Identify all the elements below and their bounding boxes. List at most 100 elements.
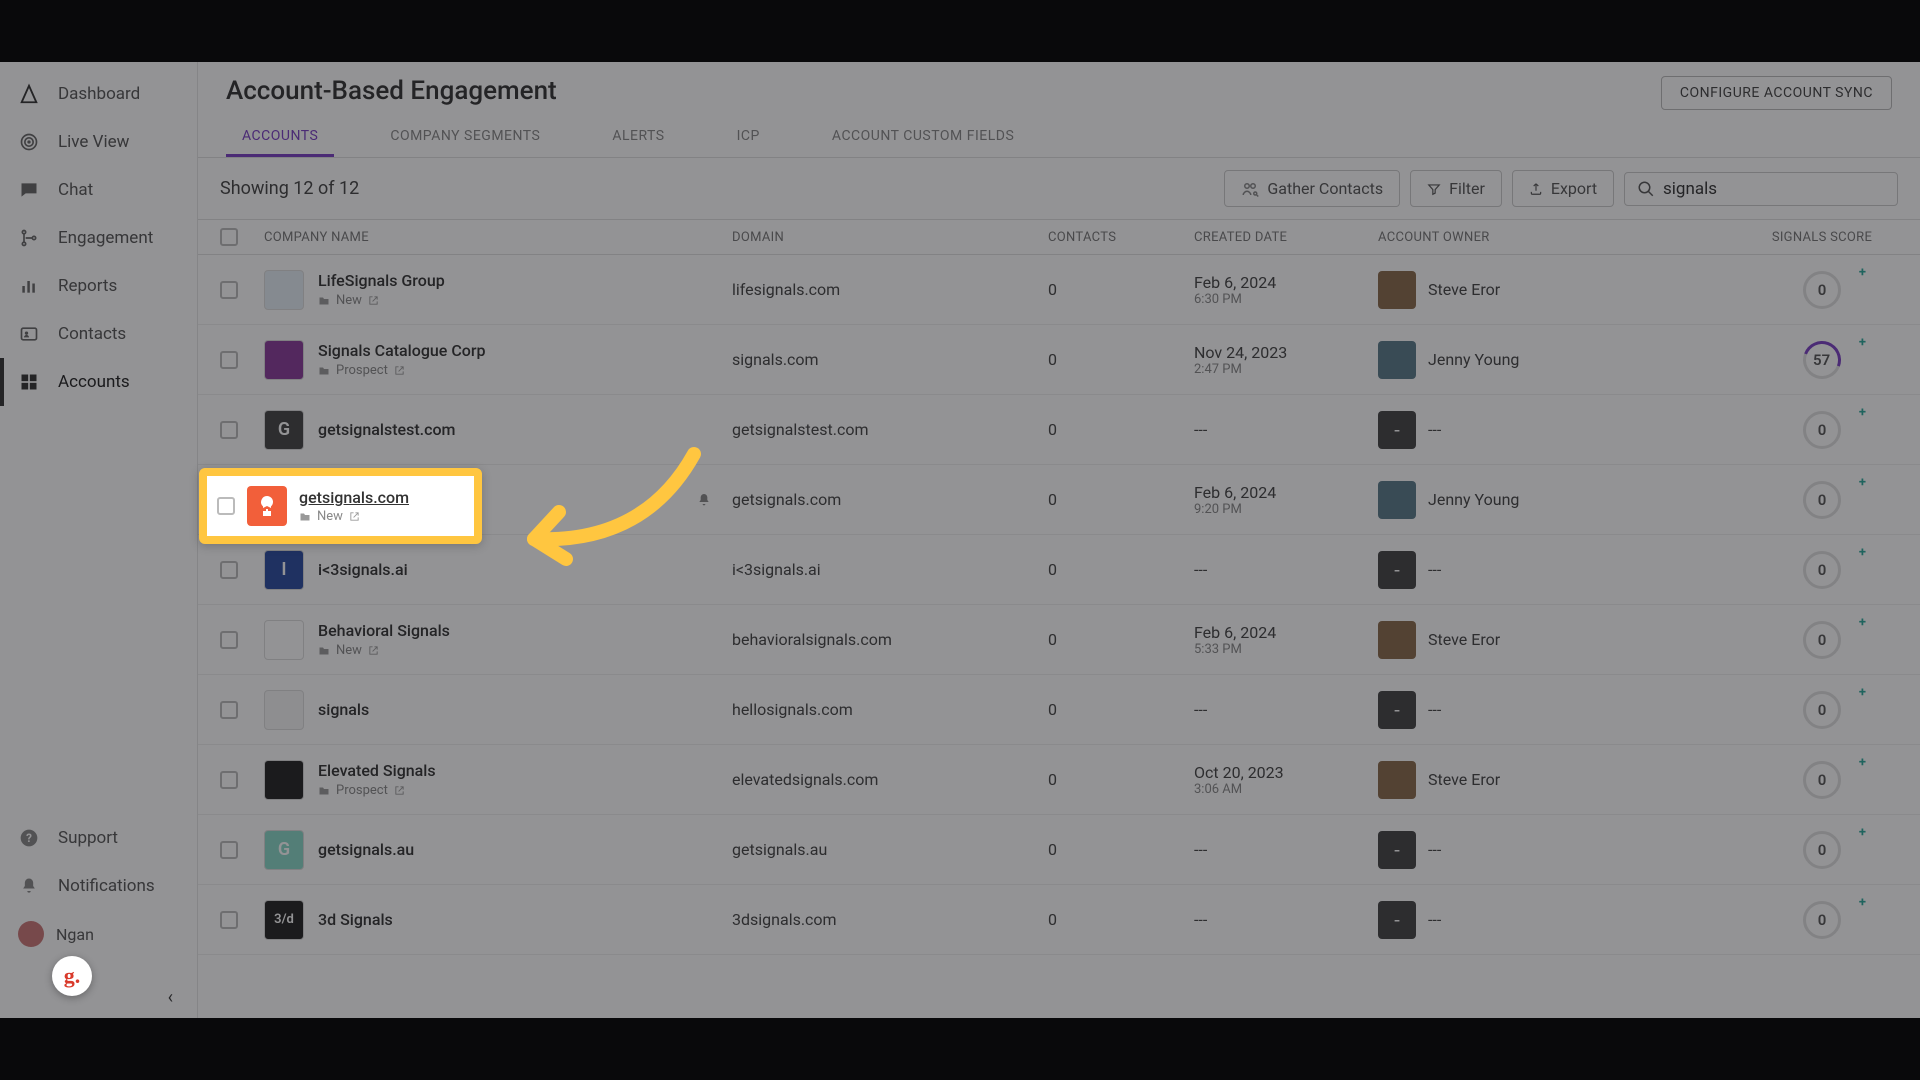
table-row[interactable]: signalshellosignals.com0-------0+ — [198, 675, 1920, 745]
table-row[interactable]: 3/d3d Signals3dsignals.com0-------0+ — [198, 885, 1920, 955]
contacts-cell: 0 — [1048, 490, 1194, 509]
score-ring: 57 — [1797, 334, 1847, 384]
sidebar-item-notifications[interactable]: Notifications — [0, 862, 197, 910]
highlight-company-name[interactable]: getsignals.com — [299, 488, 409, 507]
created-time: 2:47 PM — [1194, 362, 1378, 377]
table-row[interactable]: Behavioral SignalsNewbehavioralsignals.c… — [198, 605, 1920, 675]
table-row[interactable]: Ggetsignals.augetsignals.au0-------0+ — [198, 815, 1920, 885]
score-plus-icon[interactable]: + — [1859, 475, 1866, 490]
row-checkbox[interactable] — [220, 281, 238, 299]
company-name[interactable]: Signals Catalogue Corp — [318, 341, 486, 360]
row-checkbox[interactable] — [220, 351, 238, 369]
external-link-icon — [349, 511, 360, 522]
score-plus-icon[interactable]: + — [1859, 405, 1866, 420]
score-plus-icon[interactable]: + — [1859, 755, 1866, 770]
owner-avatar — [1378, 341, 1416, 379]
company-name[interactable]: i<3signals.ai — [318, 560, 408, 579]
sidebar-item-label: Accounts — [58, 372, 130, 392]
owner-name: --- — [1428, 910, 1441, 929]
owner-name: --- — [1428, 840, 1441, 859]
header-score[interactable]: SIGNALS SCORE — [1724, 230, 1920, 245]
row-checkbox[interactable] — [220, 911, 238, 929]
company-logo: G — [264, 410, 304, 450]
score-ring: 0 — [1803, 481, 1841, 519]
table-row[interactable]: Ii<3signals.aii<3signals.ai0-------0+ — [198, 535, 1920, 605]
configure-account-sync-button[interactable]: CONFIGURE ACCOUNT SYNC — [1661, 76, 1892, 110]
sidebar-item-engagement[interactable]: Engagement — [0, 214, 197, 262]
grammarly-widget[interactable]: g. — [52, 956, 92, 996]
domain-cell: getsignalstest.com — [732, 420, 1048, 439]
gather-icon — [1241, 180, 1259, 198]
sidebar-item-reports[interactable]: Reports — [0, 262, 197, 310]
collapse-sidebar-button[interactable]: ‹ — [168, 987, 173, 1008]
sidebar-item-accounts[interactable]: Accounts — [0, 358, 197, 406]
company-name[interactable]: Elevated Signals — [318, 761, 436, 780]
svg-text:?: ? — [26, 831, 32, 845]
sidebar-item-chat[interactable]: Chat — [0, 166, 197, 214]
company-name[interactable]: getsignalstest.com — [318, 420, 455, 439]
table-row[interactable]: Ggetsignalstest.comgetsignalstest.com0--… — [198, 395, 1920, 465]
export-button[interactable]: Export — [1512, 170, 1614, 207]
score-ring: 0 — [1803, 271, 1841, 309]
gather-contacts-button[interactable]: Gather Contacts — [1224, 170, 1400, 207]
row-checkbox[interactable] — [220, 421, 238, 439]
company-name[interactable]: 3d Signals — [318, 910, 393, 929]
row-checkbox[interactable] — [220, 701, 238, 719]
help-icon: ? — [18, 827, 40, 849]
row-checkbox[interactable] — [220, 771, 238, 789]
bell-icon[interactable] — [696, 492, 712, 508]
row-checkbox[interactable] — [220, 841, 238, 859]
tab-icp[interactable]: ICP — [721, 118, 776, 157]
score-plus-icon[interactable]: + — [1859, 825, 1866, 840]
sidebar-item-contacts[interactable]: Contacts — [0, 310, 197, 358]
company-name[interactable]: getsignals.au — [318, 840, 414, 859]
score-ring: 0 — [1803, 691, 1841, 729]
tab-company-segments[interactable]: COMPANY SEGMENTS — [374, 118, 556, 157]
score-plus-icon[interactable]: + — [1859, 545, 1866, 560]
grid-icon — [18, 371, 40, 393]
company-name[interactable]: LifeSignals Group — [318, 271, 445, 290]
highlight-tag: New — [317, 509, 343, 524]
row-checkbox[interactable] — [220, 561, 238, 579]
header-created[interactable]: CREATED DATE — [1194, 230, 1378, 245]
score-plus-icon[interactable]: + — [1859, 685, 1866, 700]
external-link-icon — [368, 295, 379, 306]
idcard-icon — [18, 323, 40, 345]
company-name[interactable]: signals — [318, 700, 369, 719]
tab-account-custom-fields[interactable]: ACCOUNT CUSTOM FIELDS — [816, 118, 1030, 157]
filter-button[interactable]: Filter — [1410, 170, 1502, 207]
company-tag: Prospect — [336, 363, 388, 378]
score-plus-icon[interactable]: + — [1859, 895, 1866, 910]
created-time: 9:20 PM — [1194, 502, 1378, 517]
company-logo: I — [264, 550, 304, 590]
tab-alerts[interactable]: ALERTS — [596, 118, 680, 157]
table-row[interactable]: Signals Catalogue CorpProspectsignals.co… — [198, 325, 1920, 395]
header-company[interactable]: COMPANY NAME — [264, 230, 732, 245]
contacts-cell: 0 — [1048, 560, 1194, 579]
header-contacts[interactable]: CONTACTS — [1048, 230, 1194, 245]
company-name[interactable]: Behavioral Signals — [318, 621, 450, 640]
row-checkbox[interactable] — [220, 631, 238, 649]
sidebar-item-dashboard[interactable]: Dashboard — [0, 70, 197, 118]
header-owner[interactable]: ACCOUNT OWNER — [1378, 230, 1724, 245]
search-input[interactable] — [1663, 179, 1885, 199]
sidebar-item-live-view[interactable]: Live View — [0, 118, 197, 166]
created-time: 6:30 PM — [1194, 292, 1378, 307]
table-row[interactable]: Elevated SignalsProspectelevatedsignals.… — [198, 745, 1920, 815]
created-date: --- — [1194, 560, 1378, 579]
sidebar-item-support[interactable]: ?Support — [0, 814, 197, 862]
sidebar-user[interactable]: Ngan — [0, 910, 197, 958]
external-link-icon — [368, 645, 379, 656]
search-box[interactable] — [1624, 172, 1898, 206]
score-plus-icon[interactable]: + — [1859, 615, 1866, 630]
sidebar-item-label: Dashboard — [58, 84, 140, 104]
owner-name: Steve Eror — [1428, 630, 1500, 649]
select-all-checkbox[interactable] — [220, 228, 238, 246]
score-plus-icon[interactable]: + — [1859, 335, 1866, 350]
sidebar-item-label: Contacts — [58, 324, 126, 344]
highlight-checkbox[interactable] — [217, 497, 235, 515]
tab-accounts[interactable]: ACCOUNTS — [226, 118, 334, 157]
table-row[interactable]: LifeSignals GroupNewlifesignals.com0Feb … — [198, 255, 1920, 325]
score-plus-icon[interactable]: + — [1859, 265, 1866, 280]
header-domain[interactable]: DOMAIN — [732, 230, 1048, 245]
